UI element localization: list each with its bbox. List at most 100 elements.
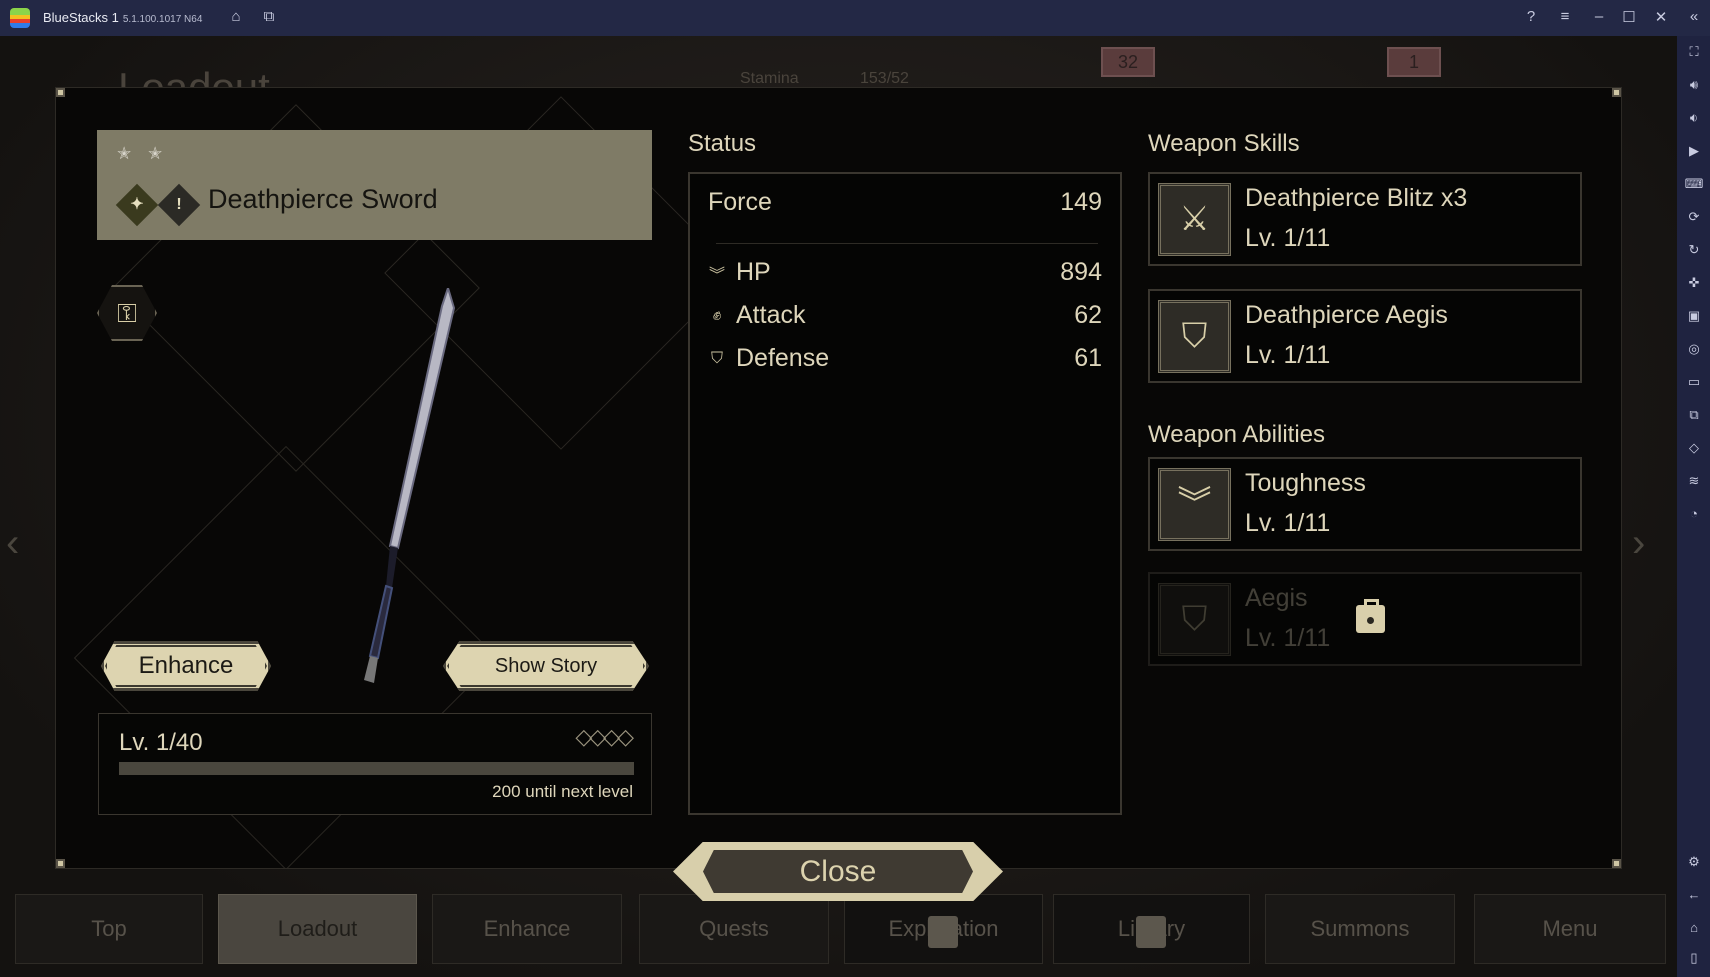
keyboard-icon[interactable]: ⌨ <box>1683 176 1705 192</box>
screen-record-icon[interactable]: ▶ <box>1683 143 1705 159</box>
next-arrow-icon[interactable]: › <box>1632 521 1645 566</box>
ability-card[interactable]: ︾ Toughness Lv. 1/11 <box>1148 457 1582 551</box>
maximize-icon[interactable]: ☐ <box>1619 8 1639 26</box>
corner-ornament <box>56 859 65 868</box>
element-icon: ✦ <box>115 183 159 227</box>
nav-menu[interactable]: Menu <box>1474 894 1666 964</box>
weapon-image <box>364 288 456 683</box>
friends-badge: 1 <box>1387 47 1441 77</box>
app-title: BlueStacks 1 5.1.100.1017 N64 <box>43 10 202 25</box>
stat-value: 62 <box>1074 301 1102 329</box>
ascension-diamonds-icon: ◇◇◇◇ <box>575 724 634 749</box>
stat-row-hp: ︾ HP 894 <box>708 258 1102 287</box>
sync-icon[interactable]: ↻ <box>1683 242 1705 258</box>
layers-icon[interactable]: ≋ <box>1683 473 1705 489</box>
xp-progress-bar <box>119 762 634 775</box>
weapon-abilities-title: Weapon Abilities <box>1148 421 1325 448</box>
fullscreen-icon[interactable]: ⛶ <box>1683 44 1705 60</box>
stat-row-defense: ⛉ Defense 61 <box>708 344 1102 373</box>
help-icon[interactable]: ? <box>1521 8 1541 25</box>
toughness-chevron-icon: ︾ <box>1158 468 1231 541</box>
nav-top[interactable]: Top <box>15 894 203 964</box>
shield-icon: ⛉ <box>1158 583 1231 656</box>
gamepad-icon[interactable]: ✜ <box>1683 275 1705 291</box>
level-box: Lv. 1/40 ◇◇◇◇ 200 until next level <box>98 713 652 815</box>
close-icon[interactable]: ✕ <box>1651 8 1671 26</box>
bluestacks-logo <box>10 8 30 28</box>
performance-icon[interactable]: ◔ <box>1683 506 1705 521</box>
volume-up-icon[interactable]: 🔊︎ <box>1683 77 1705 93</box>
home-icon[interactable]: ⌂ <box>226 8 246 25</box>
corner-ornament <box>56 88 65 97</box>
ability-level: Lv. 1/11 <box>1245 509 1331 537</box>
ability-card-locked[interactable]: ⛉ Aegis Lv. 1/11 <box>1148 572 1582 666</box>
nav-summons[interactable]: Summons <box>1265 894 1455 964</box>
stamina-label: Stamina <box>740 70 799 87</box>
stat-label: Defense <box>736 344 830 372</box>
recents-icon[interactable]: ▯ <box>1683 950 1705 966</box>
multi-instance-icon[interactable]: ⧉ <box>259 8 279 25</box>
corner-ornament <box>1612 88 1621 97</box>
weapon-level: Lv. 1/40 <box>119 729 203 756</box>
lock-icon <box>1356 599 1385 633</box>
divider <box>716 243 1098 244</box>
show-story-label: Show Story <box>494 655 598 677</box>
stamina-value: 153/52 <box>860 70 909 87</box>
ability-name: Toughness <box>1245 469 1366 497</box>
stat-value: 61 <box>1074 344 1102 372</box>
fist-icon: ✊︎ <box>712 306 722 324</box>
multi-instance-icon[interactable]: ⧉ <box>1683 407 1705 423</box>
gift-badge: 32 <box>1101 47 1155 77</box>
skill-level: Lv. 1/11 <box>1245 341 1331 369</box>
close-label: Close <box>703 850 973 893</box>
corner-ornament <box>1612 859 1621 868</box>
macro-icon[interactable]: ⟳ <box>1683 209 1705 225</box>
skill-name: Deathpierce Aegis <box>1245 301 1448 329</box>
skill-level: Lv. 1/11 <box>1245 224 1331 252</box>
skill-card[interactable]: ⚔ Deathpierce Blitz x3 Lv. 1/11 <box>1148 172 1582 266</box>
weapon-name: Deathpierce Sword <box>208 184 438 214</box>
eco-mode-icon[interactable]: ◇ <box>1683 440 1705 456</box>
nav-enhance[interactable]: Enhance <box>432 894 622 964</box>
minimize-icon[interactable]: – <box>1589 8 1609 25</box>
stat-row-attack: ✊︎ Attack 62 <box>708 301 1102 330</box>
screenshot-icon[interactable]: ◎ <box>1683 341 1705 357</box>
weapon-skills-title: Weapon Skills <box>1148 130 1300 157</box>
home-icon[interactable]: ⌂ <box>1683 920 1705 935</box>
prev-arrow-icon[interactable]: ‹ <box>6 521 19 566</box>
shield-icon: ⛉ <box>710 349 723 367</box>
apk-icon[interactable]: ▣ <box>1683 308 1705 324</box>
crossed-swords-icon: ⚔ <box>1158 183 1231 256</box>
ability-level: Lv. 1/11 <box>1245 624 1331 652</box>
status-panel: Force 149 ︾ HP 894 ✊︎ Attack 62 ⛉ Defense 61 <box>688 172 1122 815</box>
weapon-detail-modal: ✭ ✭ ✦ ! Deathpierce Sword ⚿ Enhance Show… <box>55 87 1622 869</box>
show-story-button[interactable]: Show Story <box>443 641 649 691</box>
shield-up-icon: ⛉ <box>1158 300 1231 373</box>
skill-card[interactable]: ⛉ Deathpierce Aegis Lv. 1/11 <box>1148 289 1582 383</box>
settings-icon[interactable]: ⚙ <box>1683 854 1705 870</box>
hp-chevron-icon: ︾ <box>708 266 725 284</box>
enhance-label: Enhance <box>138 652 234 679</box>
skill-name: Deathpierce Blitz x3 <box>1245 184 1468 212</box>
menu-icon[interactable]: ≡ <box>1555 8 1575 25</box>
sword-type-icon: ! <box>157 183 201 227</box>
back-icon[interactable]: ← <box>1683 887 1705 902</box>
app-version: 5.1.100.1017 N64 <box>122 14 203 25</box>
lock-icon <box>1136 916 1166 948</box>
close-button[interactable]: Close <box>673 842 1003 901</box>
volume-down-icon[interactable]: 🔉︎ <box>1683 110 1705 126</box>
collapse-icon[interactable]: « <box>1684 8 1704 25</box>
nav-quests[interactable]: Quests <box>639 894 829 964</box>
window-titlebar: BlueStacks 1 5.1.100.1017 N64 ⌂ ⧉ ? ≡ – ☐… <box>0 0 1710 36</box>
weapon-name-box: ✭ ✭ ✦ ! Deathpierce Sword <box>97 130 652 240</box>
force-label: Force <box>708 188 772 216</box>
xp-until-next: 200 until next level <box>492 782 633 801</box>
stat-value: 894 <box>1060 258 1102 286</box>
emulator-sidebar: ⛶ 🔊︎ 🔉︎ ▶ ⌨ ⟳ ↻ ✜ ▣ ◎ ▭ ⧉ ◇ ≋ ◔ ⚙ ← ⌂ ▯ <box>1677 36 1710 977</box>
stat-label: HP <box>736 258 771 286</box>
force-row: Force 149 <box>708 188 1102 217</box>
enhance-button[interactable]: Enhance <box>101 641 271 691</box>
rarity-stars: ✭ ✭ <box>117 144 169 163</box>
folder-icon[interactable]: ▭ <box>1683 374 1705 390</box>
nav-loadout[interactable]: Loadout <box>218 894 417 964</box>
